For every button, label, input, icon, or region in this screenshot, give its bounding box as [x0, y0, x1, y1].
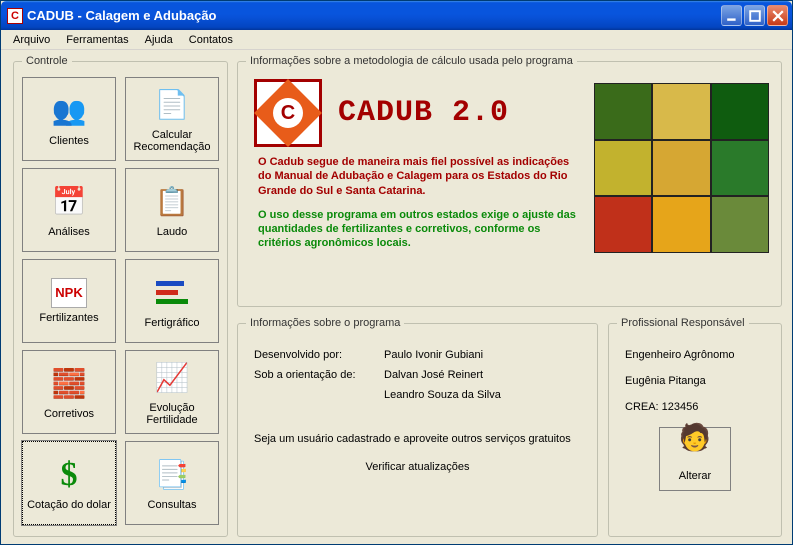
photo-tile [652, 83, 710, 140]
metodologia-paragraph-1: O Cadub segue de maneira mais fiel possí… [258, 155, 580, 198]
metodologia-legend: Informações sobre a metodologia de cálcu… [246, 55, 577, 67]
fertigrafico-button[interactable]: Fertigráfico [125, 259, 219, 343]
clientes-button[interactable]: 👥 Clientes [22, 77, 116, 161]
consultas-icon: 📑 [152, 455, 192, 495]
analises-button-label: Análises [48, 226, 90, 238]
profissional-legend: Profissional Responsável [617, 317, 749, 329]
photo-tile [711, 83, 769, 140]
consultas-button[interactable]: 📑 Consultas [125, 441, 219, 525]
laudo-button-label: Laudo [157, 226, 188, 238]
alterar-label: Alterar [679, 470, 711, 482]
app-window: C CADUB - Calagem e Adubação Arquivo Fer… [0, 0, 793, 545]
programa-legend: Informações sobre o programa [246, 317, 404, 329]
cadub-logo-icon: C [254, 79, 322, 147]
cadub-brand-title: CADUB 2.0 [338, 96, 509, 130]
photo-tile [711, 140, 769, 197]
clientes-icon: 👥 [49, 91, 89, 131]
photo-grid [594, 83, 769, 253]
person-icon: 🧑 [679, 422, 711, 453]
photo-tile [711, 196, 769, 253]
photo-tile [652, 140, 710, 197]
evolucao-fertilidade-button-label: Evolução Fertilidade [128, 402, 216, 426]
programa-footer-text: Seja um usuário cadastrado e aproveite o… [254, 433, 589, 445]
close-button[interactable] [767, 5, 788, 26]
metodologia-paragraph-2: O uso desse programa em outros estados e… [258, 208, 580, 251]
menu-ajuda[interactable]: Ajuda [137, 32, 181, 48]
fertigrafico-icon [152, 273, 192, 313]
calcular-recomendacao-button[interactable]: 📄 Calcular Recomendação [125, 77, 219, 161]
alterar-button[interactable]: 🧑 Alterar [659, 427, 731, 491]
verificar-atualizacoes-link[interactable]: Verificar atualizações [246, 461, 589, 473]
corretivos-icon: 🧱 [49, 364, 89, 404]
profissional-group: Profissional Responsável Engenheiro Agrô… [608, 317, 782, 537]
photo-tile [594, 196, 652, 253]
corretivos-button-label: Corretivos [44, 408, 94, 420]
photo-tile [652, 196, 710, 253]
app-icon: C [7, 8, 23, 24]
laudo-button[interactable]: 📋 Laudo [125, 168, 219, 252]
analises-button[interactable]: 📅 Análises [22, 168, 116, 252]
metodologia-group: Informações sobre a metodologia de cálcu… [237, 55, 782, 307]
clientes-button-label: Clientes [49, 135, 89, 147]
programa-group: Informações sobre o programa Desenvolvid… [237, 317, 598, 537]
controle-group: Controle 👥 Clientes 📄 Calcular Recomendação… [13, 55, 228, 537]
maximize-button[interactable] [744, 5, 765, 26]
fertilizantes-button[interactable]: NPK Fertilizantes [22, 259, 116, 343]
laudo-icon: 📋 [152, 182, 192, 222]
minimize-button[interactable] [721, 5, 742, 26]
analises-icon: 📅 [49, 182, 89, 222]
dev-value: Paulo Ivonir Gubiani [384, 349, 589, 361]
evolucao-fertilidade-icon: 📈 [152, 358, 192, 398]
dev-label: Desenvolvido por: [254, 349, 384, 361]
fertigrafico-button-label: Fertigráfico [144, 317, 199, 329]
menu-contatos[interactable]: Contatos [181, 32, 241, 48]
photo-tile [594, 83, 652, 140]
corretivos-button[interactable]: 🧱 Corretivos [22, 350, 116, 434]
orient-value-1: Dalvan José Reinert [384, 369, 589, 381]
calcular-recomendacao-button-label: Calcular Recomendação [128, 129, 216, 153]
menubar: Arquivo Ferramentas Ajuda Contatos [1, 30, 792, 50]
orient-label: Sob a orientação de: [254, 369, 384, 401]
cotacao-dolar-button-label: Cotação do dolar [27, 499, 111, 511]
window-title: CADUB - Calagem e Adubação [27, 8, 721, 23]
cotacao-dolar-icon: $ [49, 455, 89, 495]
calcular-recomendacao-icon: 📄 [152, 85, 192, 125]
evolucao-fertilidade-button[interactable]: 📈 Evolução Fertilidade [125, 350, 219, 434]
profissional-name: Eugênia Pitanga [625, 375, 765, 387]
consultas-button-label: Consultas [148, 499, 197, 511]
fertilizantes-button-label: Fertilizantes [39, 312, 98, 324]
profissional-role: Engenheiro Agrônomo [625, 349, 765, 361]
controle-legend: Controle [22, 55, 72, 67]
menu-ferramentas[interactable]: Ferramentas [58, 32, 136, 48]
fertilizantes-icon: NPK [51, 278, 87, 308]
photo-tile [594, 140, 652, 197]
profissional-crea: CREA: 123456 [625, 401, 765, 413]
cotacao-dolar-button[interactable]: $ Cotação do dolar [22, 441, 116, 525]
orient-value-2: Leandro Souza da Silva [384, 389, 589, 401]
titlebar: C CADUB - Calagem e Adubação [1, 1, 792, 30]
menu-arquivo[interactable]: Arquivo [5, 32, 58, 48]
